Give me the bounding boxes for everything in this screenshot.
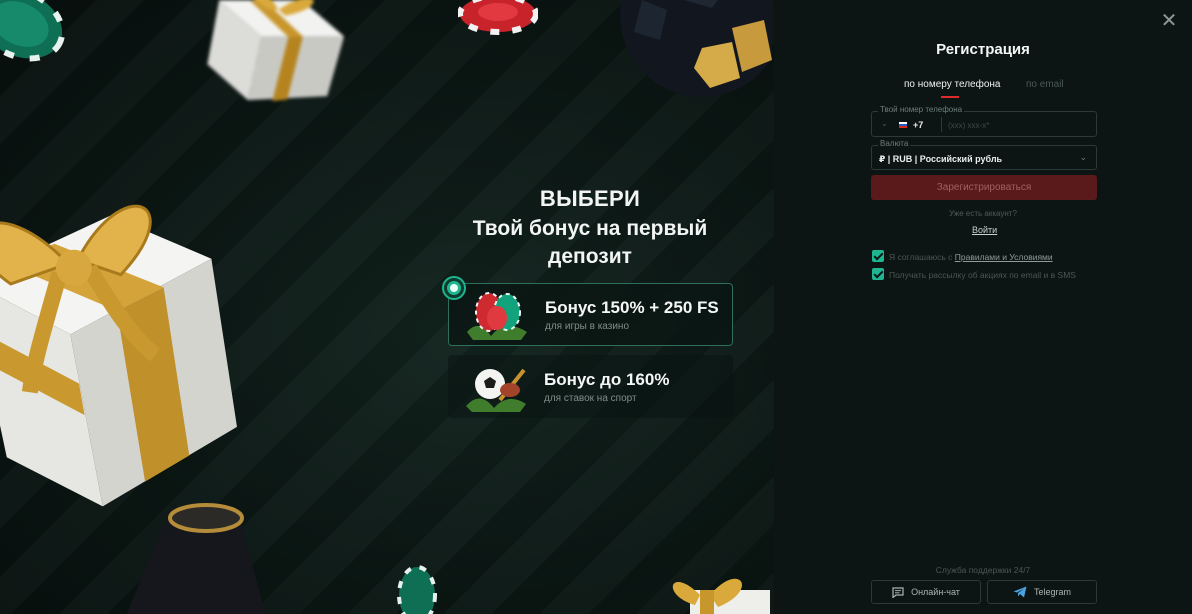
country-code[interactable]: +7 (913, 120, 923, 130)
phone-field[interactable]: Твой номер телефона ⌄ +7 (ххх) ххх-х* (871, 105, 1097, 137)
bonus-card-sport[interactable]: Бонус до 160% для ставок на спорт (448, 355, 733, 418)
bonus-casino-text: Бонус 150% + 250 FS для игры в казино (545, 298, 719, 332)
poker-chip-green-small-icon (397, 565, 437, 614)
close-icon[interactable]: ✕ (1160, 11, 1178, 31)
phone-input[interactable]: (ххх) ххх-х* (948, 121, 989, 130)
poker-chip-green-icon (0, 0, 66, 62)
newsletter-checkbox[interactable] (872, 268, 884, 280)
promo-headline: ВЫБЕРИ Твой бонус на первый депозит (440, 186, 740, 271)
trophy-cup-icon (126, 503, 266, 614)
russia-flag-icon (899, 122, 907, 128)
support-title: Служба поддержки 24/7 (935, 565, 1031, 575)
currency-field-label: Валюта (878, 139, 911, 148)
poker-chip-red-icon (458, 0, 538, 35)
registration-panel: ✕ Регистрация по номеру телефона по emai… (774, 0, 1192, 614)
terms-label: Я соглашаюсь с Правилами и Условиями (889, 252, 1053, 262)
bonus-card-casino[interactable]: Бонус 150% + 250 FS для игры в казино (448, 283, 733, 346)
login-link[interactable]: Войти (972, 225, 997, 235)
bonus-casino-title: Бонус 150% + 250 FS (545, 297, 719, 317)
soccer-ball-icon (620, 0, 772, 97)
online-chat-button[interactable]: Онлайн-чат (871, 580, 981, 604)
gift-box-ribbon-icon (672, 578, 770, 614)
active-tab-indicator (941, 96, 959, 98)
currency-select[interactable]: Валюта ₽ | RUB | Российский рубль ⌄ (871, 139, 1097, 170)
casino-chips-icon (449, 285, 545, 345)
online-chat-label: Онлайн-чат (911, 587, 960, 597)
registration-tabs: по номеру телефона по email (871, 79, 1097, 101)
chevron-down-icon[interactable]: ⌄ (881, 119, 888, 128)
telegram-button[interactable]: Telegram (987, 580, 1097, 604)
registration-title: Регистрация (936, 41, 1030, 58)
gift-box-large-icon (0, 204, 237, 507)
terms-checkbox[interactable] (872, 250, 884, 262)
phone-divider (941, 117, 942, 132)
phone-field-label: Твой номер телефона (878, 105, 965, 114)
bonus-sport-title: Бонус до 160% (544, 369, 670, 389)
gift-box-small-icon (207, 0, 345, 102)
telegram-label: Telegram (1033, 587, 1071, 597)
promo-panel: ВЫБЕРИ Твой бонус на первый депозит Бону… (0, 0, 774, 614)
chevron-down-icon[interactable]: ⌄ (1079, 152, 1087, 163)
telegram-icon (1013, 586, 1027, 598)
newsletter-label: Получать рассылку об акциях по email и в… (889, 270, 1076, 280)
have-account-text: Уже есть аккаунт? (949, 209, 1017, 218)
headline-choose: ВЫБЕРИ (539, 186, 641, 211)
terms-prefix: Я соглашаюсь с (889, 252, 955, 262)
register-button[interactable]: Зарегистрироваться (871, 175, 1097, 200)
bonus-selected-radio[interactable] (444, 278, 464, 298)
headline-bonus: Твой бонус на первый депозит (472, 217, 708, 268)
currency-value[interactable]: ₽ | RUB | Российский рубль (879, 154, 1002, 165)
tab-phone[interactable]: по номеру телефона (904, 79, 1000, 90)
bonus-casino-subtitle: для игры в казино (545, 320, 630, 332)
bonus-sport-subtitle: для ставок на спорт (544, 392, 637, 404)
bonus-sport-text: Бонус до 160% для ставок на спорт (544, 370, 669, 404)
terms-link[interactable]: Правилами и Условиями (955, 252, 1053, 262)
tab-email[interactable]: по email (1026, 79, 1064, 90)
sport-ball-icon (448, 357, 544, 417)
chat-icon (892, 586, 904, 598)
